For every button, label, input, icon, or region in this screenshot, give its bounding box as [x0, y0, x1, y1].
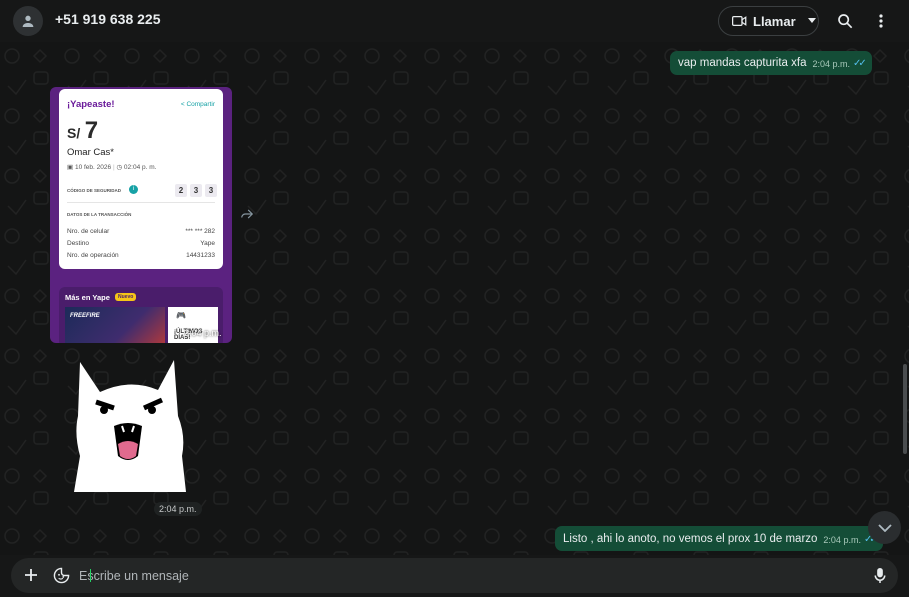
contact-name[interactable]: +51 919 638 225	[55, 11, 161, 27]
receipt-row-value: Yape	[200, 240, 215, 247]
message-text: vap mandas capturita xfa	[678, 57, 807, 69]
clock-icon: ◷	[116, 164, 123, 171]
plus-icon	[25, 569, 37, 581]
menu-button[interactable]	[870, 10, 892, 32]
search-button[interactable]	[834, 10, 856, 32]
video-icon	[732, 16, 747, 26]
receipt-currency: S/	[67, 125, 81, 141]
chevron-down-icon	[877, 523, 892, 532]
security-digit: 3	[205, 184, 217, 197]
receipt-recipient: Omar Cas*	[67, 147, 114, 158]
receipt-row-value: *** *** 282	[185, 228, 215, 235]
cat-sticker[interactable]	[74, 356, 186, 492]
composer-bar	[0, 555, 909, 597]
scrollbar[interactable]	[903, 364, 907, 454]
divider	[67, 202, 215, 203]
mic-icon	[874, 567, 886, 583]
search-icon	[838, 14, 853, 29]
voice-button[interactable]	[871, 566, 889, 584]
image-message[interactable]: ¡Yapeaste! < Compartir S/ 7 Omar Cas* ▣ …	[50, 87, 232, 343]
promo-image: FREEFIRE	[65, 307, 165, 343]
yape-receipt: ¡Yapeaste! < Compartir S/ 7 Omar Cas* ▣ …	[59, 89, 223, 269]
message-time: 2:04 p.m.	[154, 502, 202, 516]
message-time: 2:04 p.m.	[812, 58, 851, 69]
message-time: 2:04 p.m.	[823, 534, 861, 545]
text-cursor	[90, 569, 91, 582]
sticker-button[interactable]	[52, 566, 70, 584]
mas-en-yape-title: Más en Yape	[65, 293, 110, 302]
transaction-data-label: DATOS DE LA TRANSACCIÓN	[67, 212, 132, 217]
receipt-row-value: 14431233	[186, 252, 215, 259]
receipt-share: < Compartir	[181, 101, 215, 108]
forward-icon[interactable]	[240, 207, 254, 221]
message-meta: 2:04 p.m. ✓✓	[812, 58, 867, 69]
security-digits: 2 3 3	[175, 184, 217, 197]
call-label: Llamar	[753, 13, 796, 29]
receipt-date: 10 feb. 2026	[74, 164, 112, 171]
sticker-icon	[53, 567, 69, 583]
call-button[interactable]: Llamar	[718, 6, 819, 36]
new-badge: Nuevo	[115, 293, 137, 301]
promo-brand: FREEFIRE	[70, 313, 100, 319]
message-text: Listo , ahi lo anoto, no vemos el prox 1…	[563, 533, 818, 545]
chat-area[interactable]: vap mandas capturita xfa 2:04 p.m. ✓✓ ¡Y…	[0, 42, 909, 555]
receipt-share-label: Compartir	[186, 101, 215, 108]
security-digit: 3	[190, 184, 202, 197]
receipt-amount-value: 7	[84, 117, 99, 144]
chat-header: +51 919 638 225 Llamar	[0, 0, 909, 42]
receipt-row-label: Nro. de celular	[67, 228, 110, 235]
scroll-down-button[interactable]	[868, 511, 901, 544]
receipt-datetime: ▣ 10 feb. 2026 | ◷ 02:04 p. m.	[67, 164, 157, 171]
composer	[11, 558, 898, 593]
avatar[interactable]	[13, 6, 43, 36]
receipt-row-label: Destino	[67, 240, 90, 247]
security-code-label: CÓDIGO DE SEGURIDAD	[67, 188, 122, 193]
receipt-row: Nro. de celular *** *** 282	[67, 228, 215, 235]
outgoing-message[interactable]: vap mandas capturita xfa 2:04 p.m. ✓✓	[670, 51, 872, 75]
message-meta: 2:04 p.m. ✓✓	[823, 534, 877, 545]
message-time: 2:04 p.m.	[184, 328, 222, 338]
message-input[interactable]	[79, 563, 849, 588]
receipt-row-label: Nro. de operación	[67, 252, 119, 259]
receipt-time: 02:04 p. m.	[123, 164, 157, 171]
more-vertical-icon	[879, 14, 883, 28]
chevron-down-icon	[807, 18, 816, 23]
share-icon: <	[180, 101, 185, 108]
read-ticks-icon: ✓✓	[853, 58, 867, 69]
receipt-row: Destino Yape	[67, 240, 215, 247]
info-icon: i	[129, 185, 138, 194]
receipt-row: Nro. de operación 14431233	[67, 252, 215, 259]
whatsapp-chat-window: +51 919 638 225 Llamar vap mandas captur…	[0, 0, 909, 597]
person-icon	[22, 15, 34, 27]
attach-button[interactable]	[22, 566, 40, 584]
outgoing-message[interactable]: Listo , ahi lo anoto, no vemos el prox 1…	[555, 526, 883, 551]
gamepad-icon: 🎮	[176, 311, 186, 320]
calendar-icon: ▣	[67, 164, 74, 171]
receipt-title: ¡Yapeaste!	[67, 99, 115, 110]
receipt-amount: S/ 7	[67, 117, 98, 145]
security-digit: 2	[175, 184, 187, 197]
